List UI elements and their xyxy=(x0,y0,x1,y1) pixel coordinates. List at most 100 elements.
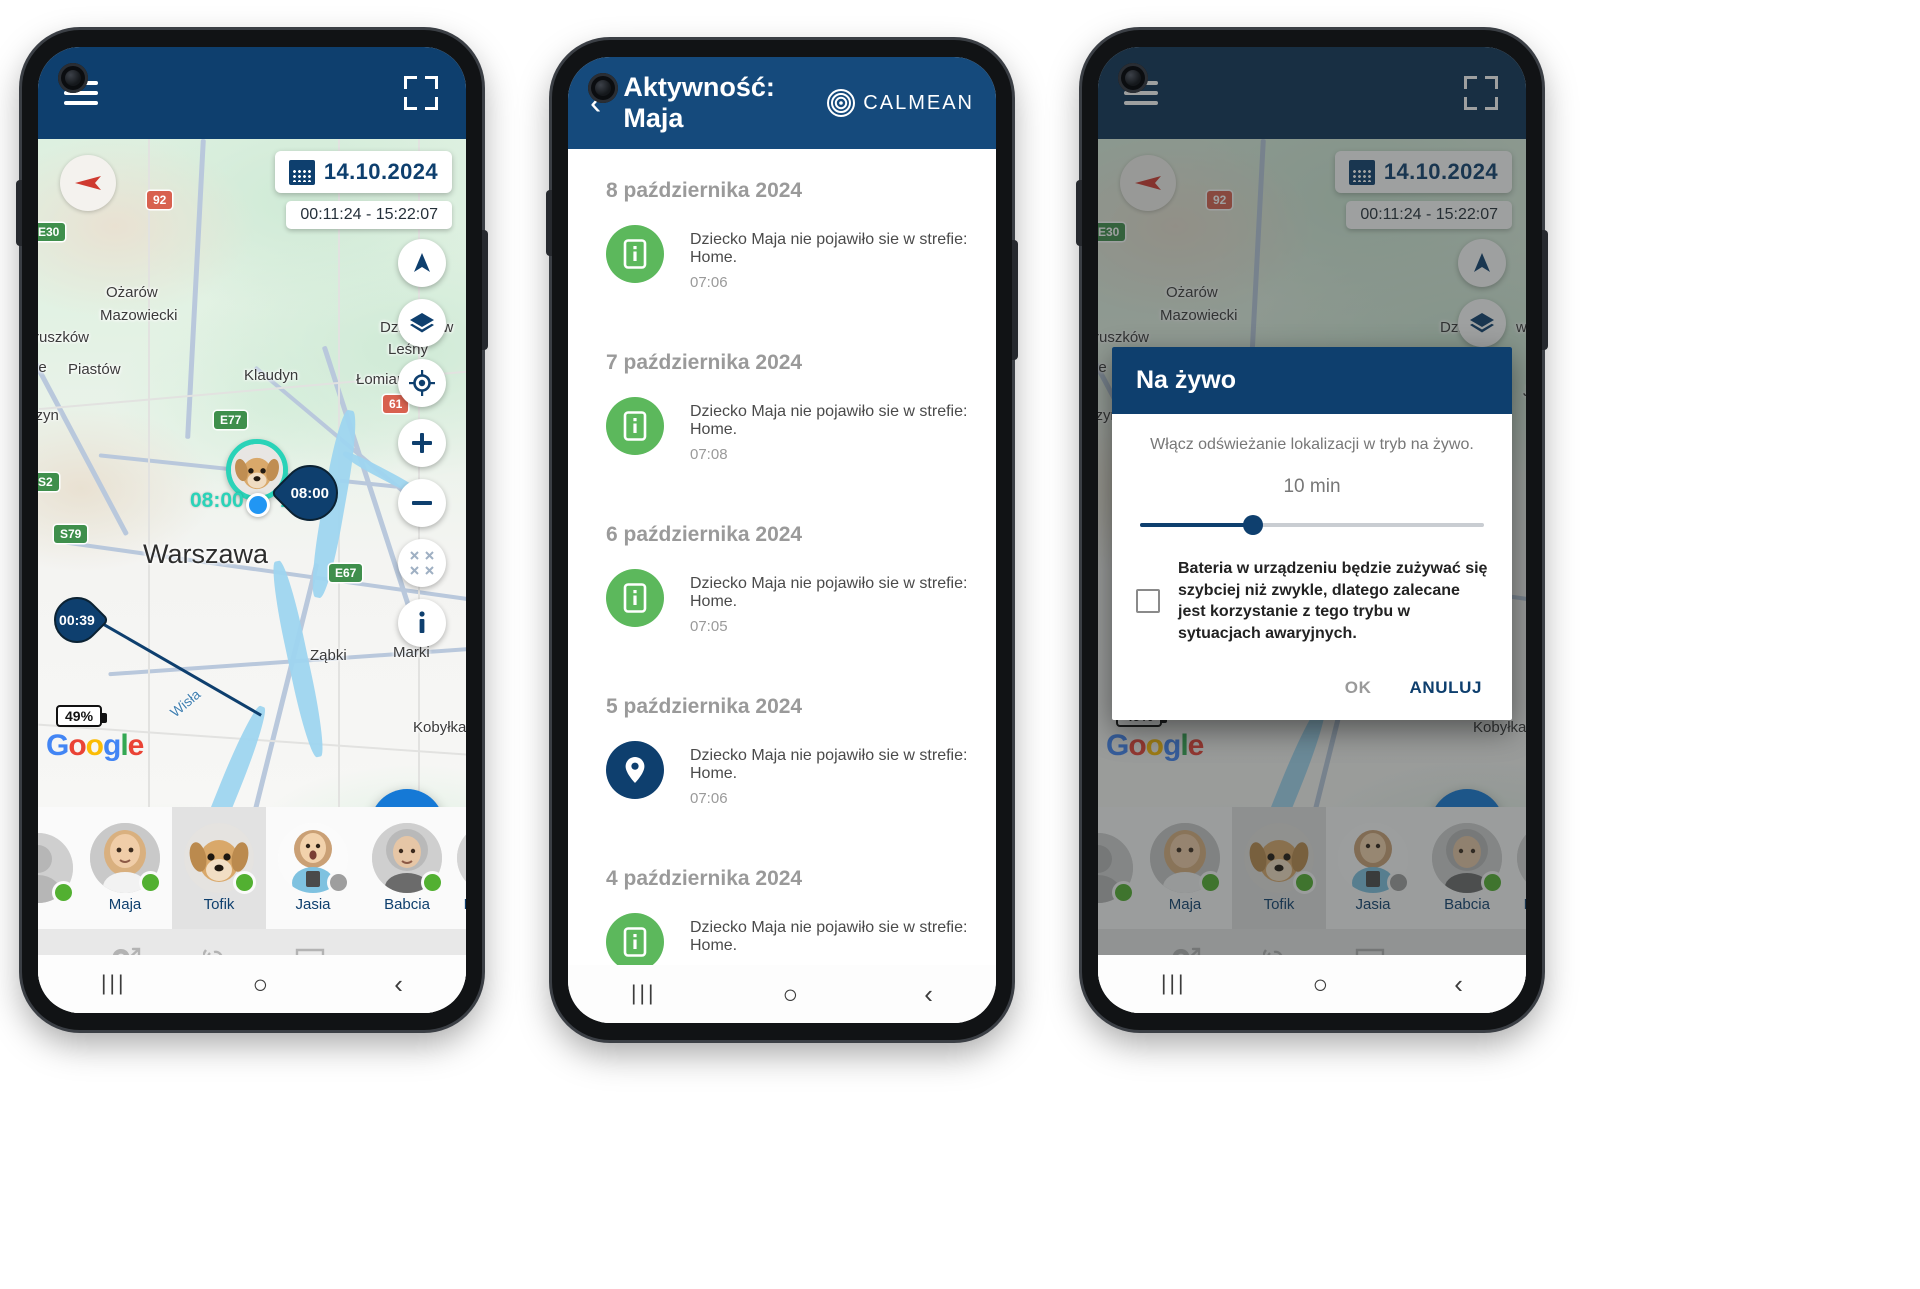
day-header: 6 października 2024 xyxy=(606,523,803,546)
activity-time: 07:05 xyxy=(690,618,728,635)
info-icon[interactable] xyxy=(398,599,446,647)
acknowledge-checkbox[interactable] xyxy=(1136,589,1160,614)
phone-2-frame: ‹ Aktywność: Maja CALMEAN 8 października… xyxy=(546,40,1018,1040)
activity-message: Dziecko Maja nie pojawiło sie w strefie:… xyxy=(690,231,968,266)
back-button[interactable]: ‹ xyxy=(394,969,403,1000)
device-glyph xyxy=(623,411,647,441)
day-group: 5 października 2024 Dziecko Maja nie poj… xyxy=(568,665,996,837)
road-shield: S79 xyxy=(54,525,88,543)
calmean-wordmark: CALMEAN xyxy=(863,91,974,114)
live-mode-dialog: Na żywo Włącz odświeżanie lokalizacji w … xyxy=(1112,347,1512,721)
slider-knob[interactable] xyxy=(1243,515,1264,535)
home-button[interactable]: ○ xyxy=(1312,969,1328,1000)
ok-button[interactable]: OK xyxy=(1345,678,1372,698)
activity-list[interactable]: 8 października 2024 Dziecko Maja nie poj… xyxy=(568,149,996,965)
route-point-marker[interactable]: 00:39 xyxy=(44,587,110,653)
map-city-label: Pruszków xyxy=(38,329,90,346)
qr-scan-icon[interactable] xyxy=(404,76,438,110)
calendar-icon xyxy=(288,159,315,185)
map-city-label: Kobyłka xyxy=(413,719,466,736)
family-avatar-strip[interactable]: Maja Tofik Jasia Babcia xyxy=(38,807,466,929)
avatar-item-partial[interactable] xyxy=(38,807,78,929)
avatar-item-maja[interactable]: Maja xyxy=(78,807,172,929)
map-city-label-primary: Warszawa xyxy=(143,539,269,569)
activity-time: 07:06 xyxy=(690,790,728,807)
map-city-label: cice xyxy=(38,359,47,376)
day-group: 7 października 2024 Dziecko Maja nie poj… xyxy=(568,321,996,493)
road-shield: 92 xyxy=(147,191,173,209)
front-camera-punch-hole xyxy=(58,63,88,93)
status-badge xyxy=(421,871,444,894)
map-city-label: Ożarów xyxy=(106,284,158,301)
road-shield: E30 xyxy=(38,223,66,241)
map-river-label: Wisła xyxy=(166,685,204,721)
zoom-out-icon[interactable] xyxy=(398,479,446,527)
day-group: 4 października 2024 Dziecko Maja nie poj… xyxy=(568,837,996,965)
avatar-item-jasia[interactable]: Jasia xyxy=(266,807,360,929)
zoom-in-icon[interactable] xyxy=(398,419,446,467)
map-city-label: Mazowiecki xyxy=(100,307,178,324)
avatar-name: D xyxy=(464,896,466,913)
day-header: 8 października 2024 xyxy=(606,179,803,202)
avatar-item-tofik[interactable]: Tofik xyxy=(172,807,266,929)
time-range-chip[interactable]: 00:11:24 - 15:22:07 xyxy=(286,201,452,229)
activity-row[interactable]: Dziecko Maja nie pojawiło sie w strefie:… xyxy=(568,225,996,321)
recents-button[interactable]: ||| xyxy=(101,972,126,996)
map-city-label: szyn xyxy=(38,407,59,424)
device-glyph xyxy=(623,927,647,957)
map-controls-stack xyxy=(398,239,446,647)
home-button[interactable]: ○ xyxy=(782,979,798,1010)
my-location-icon[interactable] xyxy=(398,359,446,407)
phone-1-frame: 92 E30 E77 61 7 S79 S2 E67 Ożarów Mazowi… xyxy=(16,30,488,1030)
recents-button[interactable]: ||| xyxy=(631,982,656,1006)
avatar-name: Jasia xyxy=(295,896,331,913)
screenshot-stage: 92 E30 E77 61 7 S79 S2 E67 Ożarów Mazowi… xyxy=(0,0,1920,1289)
dialog-actions: OK ANULUJ xyxy=(1112,652,1512,720)
cancel-button[interactable]: ANULUJ xyxy=(1409,678,1482,698)
refresh-interval-slider[interactable] xyxy=(1140,514,1484,536)
activity-row[interactable]: Dziecko Maja nie pojawiło sie w strefie:… xyxy=(568,397,996,493)
activity-message: Dziecko Maja nie pojawiło sie w strefie:… xyxy=(690,919,968,954)
activity-row[interactable]: Dziecko Maja nie pojawiło sie w strefie:… xyxy=(568,741,996,837)
date-selector-chip[interactable]: 14.10.2024 xyxy=(274,151,452,193)
day-group: 6 października 2024 Dziecko Maja nie poj… xyxy=(568,493,996,665)
current-position-dot[interactable] xyxy=(246,493,270,517)
device-info-icon xyxy=(606,913,664,965)
battery-warning-row: Bateria w urządzeniu będzie zużywać się … xyxy=(1136,558,1488,644)
app-header-bar xyxy=(38,47,466,139)
activity-message: Dziecko Maja nie pojawiło sie w strefie:… xyxy=(690,747,968,782)
android-system-bar: ||| ○ ‹ xyxy=(38,955,466,1013)
road-shield: S2 xyxy=(38,473,59,491)
dialog-title: Na żywo xyxy=(1136,366,1237,394)
layers-icon[interactable] xyxy=(398,299,446,347)
activity-row[interactable]: Dziecko Maja nie pojawiło sie w strefie:… xyxy=(568,913,996,965)
compass-needle-icon xyxy=(75,176,101,190)
navigation-arrow-icon[interactable] xyxy=(398,239,446,287)
avatar-image xyxy=(457,823,466,893)
page-title: Aktywność: Maja xyxy=(623,72,775,133)
home-button[interactable]: ○ xyxy=(252,969,268,1000)
avatar-name: Tofik xyxy=(203,896,235,913)
activity-message: Dziecko Maja nie pojawiło sie w strefie:… xyxy=(690,575,968,610)
map-compass-icon[interactable] xyxy=(60,155,116,211)
status-badge xyxy=(139,871,162,894)
pin-glyph xyxy=(625,757,645,783)
activity-message: Dziecko Maja nie pojawiło sie w strefie:… xyxy=(690,403,968,438)
avatar-item-next-partial[interactable]: D xyxy=(454,807,466,929)
activity-time: 07:06 xyxy=(690,274,728,291)
recents-button[interactable]: ||| xyxy=(1161,972,1186,996)
back-button[interactable]: ‹ xyxy=(924,979,933,1010)
road-shield: E77 xyxy=(214,411,248,429)
back-button[interactable]: ‹ xyxy=(1454,969,1463,1000)
route-start-time-label: 08:00 xyxy=(190,489,244,512)
fit-bounds-icon[interactable] xyxy=(398,539,446,587)
activity-row[interactable]: Dziecko Maja nie pojawiło sie w strefie:… xyxy=(568,569,996,665)
activity-time: 07:08 xyxy=(690,446,728,463)
google-attribution-logo: Google xyxy=(46,729,144,762)
avatar-item-babcia[interactable]: Babcia xyxy=(360,807,454,929)
route-stop-time: 08:00 xyxy=(290,484,330,502)
activity-text: Dziecko Maja nie pojawiło sie w strefie:… xyxy=(690,225,996,291)
phone-3-frame: 92 E30 Ożarów Mazowiecki Pruszków cice D… xyxy=(1076,30,1548,1030)
map-city-label: Ząbki xyxy=(310,647,347,664)
device-glyph xyxy=(623,583,647,613)
